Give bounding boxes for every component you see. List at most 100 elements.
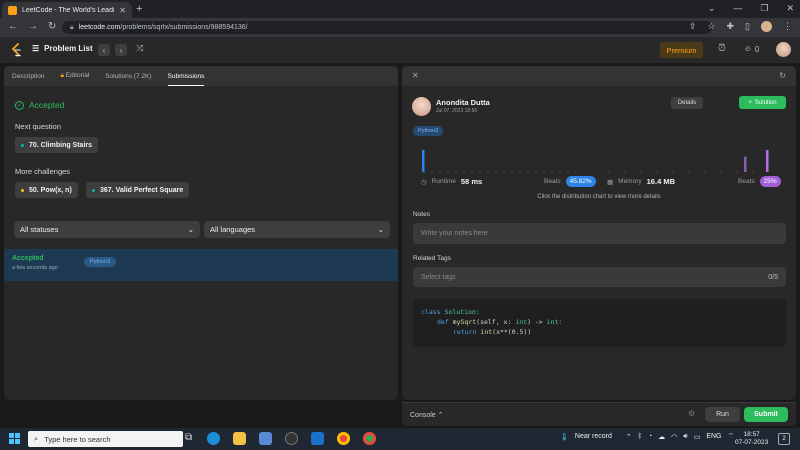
solution-button[interactable]: + Solution (739, 96, 786, 109)
file-explorer-icon[interactable] (233, 432, 246, 445)
window-controls: ⌄ — ❐ ✕ (708, 3, 794, 14)
share-icon[interactable]: ⇪ (689, 21, 697, 32)
shuffle-icon[interactable]: ⤨ (136, 43, 143, 54)
close-window-icon[interactable]: ✕ (786, 3, 794, 14)
result-status: ✓ Accepted (15, 100, 65, 110)
premium-button[interactable]: Premium (660, 42, 703, 58)
notification-icon[interactable]: 2 (778, 433, 790, 445)
problem-list-link[interactable]: ☰ Problem List (32, 44, 93, 53)
status-filter-select[interactable]: All statuses ⌄ (14, 221, 200, 238)
clock[interactable]: 18:57 07-07-2023 (735, 431, 768, 447)
taskbar-search[interactable]: ⌕ Type here to search (28, 431, 183, 447)
author-avatar[interactable] (412, 97, 431, 116)
memory-chip-icon: ▦ (607, 178, 614, 186)
mail-icon[interactable] (311, 432, 324, 445)
chevron-down-icon[interactable]: ⌄ (708, 3, 716, 14)
profile-avatar[interactable] (761, 21, 772, 32)
memory-bar (766, 150, 769, 172)
memory-bars (744, 150, 769, 172)
language-tag: Python3 (413, 126, 444, 136)
chevron-up-icon[interactable]: ⌃ (626, 433, 632, 441)
tab-submissions[interactable]: Submissions (167, 67, 205, 86)
onedrive-icon[interactable]: ☁ (658, 433, 665, 441)
tab-solutions[interactable]: Solutions (7.2K) (105, 73, 151, 80)
details-button[interactable]: Details (671, 97, 703, 109)
user-avatar[interactable] (776, 42, 791, 57)
close-tab-icon[interactable]: ✕ (119, 6, 126, 15)
chevron-down-icon: ⌄ (377, 225, 384, 234)
console-bar: Console ⌃ ⚙ Run Submit (402, 402, 796, 426)
extensions-icon[interactable]: ✚ (727, 21, 735, 32)
difficulty-dot-icon (92, 188, 95, 192)
prev-problem-button[interactable]: ‹ (98, 44, 110, 56)
back-icon[interactable]: ← (8, 21, 18, 32)
dell-icon[interactable] (285, 432, 298, 445)
wifi-icon[interactable]: ◠ (671, 433, 677, 441)
lock-icon: 🔒︎ (60, 72, 64, 79)
next-problem-button[interactable]: › (115, 44, 127, 56)
memory-bar (744, 156, 747, 172)
language-badge: Python3 (84, 257, 117, 267)
chrome-icon[interactable] (363, 432, 376, 445)
streak-counter[interactable]: 🔥︎ 0 (745, 44, 759, 54)
chevron-down-icon: ⌄ (187, 225, 194, 234)
wifi-signal-icon[interactable]: ⌔ (728, 432, 735, 441)
code-block[interactable]: class Solution: def mySqrt(self, x: int)… (413, 299, 786, 347)
challenge-chip[interactable]: 367. Valid Perfect Square (86, 182, 190, 198)
battery-icon[interactable]: ▭ (694, 433, 701, 441)
submit-button[interactable]: Submit (744, 407, 788, 422)
language-indicator[interactable]: ENG (706, 433, 721, 440)
tab-description[interactable]: Description (12, 73, 45, 80)
new-tab-button[interactable]: + (136, 3, 142, 15)
maximize-icon[interactable]: ❐ (760, 3, 768, 14)
runtime-beats: Beats 45.82% (544, 176, 596, 187)
reload-icon[interactable]: ↻ (48, 21, 56, 32)
refresh-icon[interactable]: ↻ (779, 71, 786, 80)
console-toggle[interactable]: Console ⌃ (410, 411, 444, 419)
task-view-icon[interactable]: ⧉ (185, 432, 198, 445)
run-button[interactable]: Run (705, 407, 740, 422)
next-question-chip[interactable]: 70. Climbing Stairs (15, 137, 99, 153)
submission-time: a few seconds ago (12, 265, 58, 271)
lock-icon: 🔒︎ (70, 23, 74, 31)
sidebar-icon[interactable]: ▯ (745, 21, 750, 32)
panel-tabs: Description 🔒︎ Editorial Solutions (7.2K… (4, 66, 398, 86)
bookmark-star-icon[interactable]: ☆ (707, 21, 715, 32)
submission-date: Jul 07, 2023 18:56 (436, 108, 478, 114)
chevron-up-icon: ⌃ (437, 412, 444, 419)
volume-icon[interactable]: 🔊︎ (683, 433, 687, 441)
address-bar[interactable]: 🔒︎ leetcode.com/problems/sqrtx/submissio… (62, 21, 712, 34)
search-icon: ⌕ (34, 434, 39, 443)
clock-icon: ◷ (421, 178, 427, 186)
challenge-chip[interactable]: 50. Pow(x, n) (15, 182, 78, 198)
notes-label: Notes (413, 211, 430, 218)
browser-tab[interactable]: LeetCode - The World's Leading ✕ (2, 2, 132, 18)
timer-icon[interactable]: ⏰︎ (718, 43, 726, 54)
forward-icon[interactable]: → (28, 21, 38, 32)
related-tags-label: Related Tags (413, 255, 451, 262)
chrome-icon[interactable] (337, 432, 350, 445)
leetcode-logo-icon[interactable] (10, 43, 22, 57)
left-panel: Description 🔒︎ Editorial Solutions (7.2K… (4, 66, 398, 400)
author-name[interactable]: Anondita Dutta (436, 98, 490, 107)
tab-editorial[interactable]: 🔒︎ Editorial (61, 72, 90, 80)
tab-title: LeetCode - The World's Leading (22, 6, 115, 14)
network-icon[interactable]: ◔ (648, 433, 652, 440)
distribution-chart[interactable] (418, 144, 788, 174)
menu-kebab-icon[interactable]: ⋮ (783, 21, 792, 32)
tags-select[interactable]: Select tags 0/5 (413, 267, 786, 287)
minimize-icon[interactable]: — (733, 3, 742, 14)
memory-stat: ▦ Memory 16.4 MB (607, 177, 675, 186)
language-filter-select[interactable]: All languages ⌄ (204, 221, 390, 238)
memory-beats: Beats 25% (738, 176, 781, 187)
submission-row[interactable]: Accepted a few seconds ago Python3 (4, 249, 398, 281)
windows-start-icon[interactable] (9, 433, 20, 444)
bluetooth-icon[interactable]: ᛒ (638, 433, 642, 440)
notes-input[interactable]: Write your notes here (413, 223, 786, 244)
settings-icon[interactable]: ⚙ (688, 409, 695, 418)
edge-browser-icon[interactable] (207, 432, 220, 445)
store-icon[interactable] (259, 432, 272, 445)
chart-hint: Click the distribution chart to view mor… (537, 194, 661, 200)
runtime-beats-pill: 45.82% (565, 176, 596, 187)
close-icon[interactable]: ✕ (412, 71, 419, 80)
